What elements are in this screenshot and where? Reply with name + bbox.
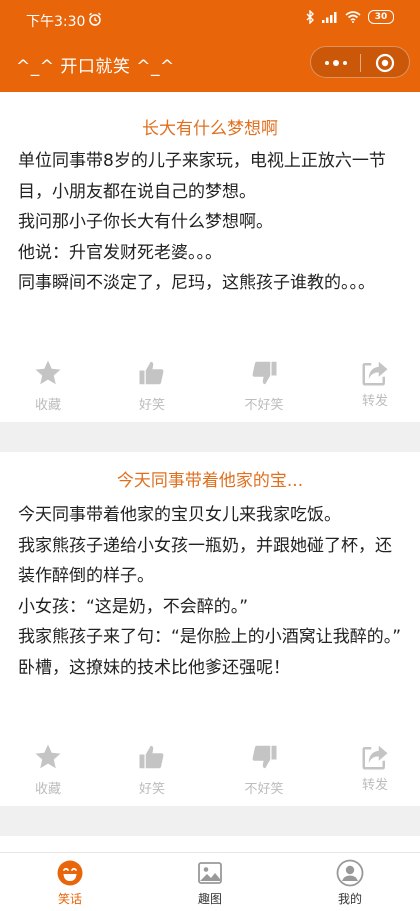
bottom-tab-bar: 笑话 趣图 我的 <box>0 852 420 911</box>
signal-icon <box>322 12 337 23</box>
page-title: ^_^ 开口就笑 ^_^ <box>16 57 175 77</box>
joke-body: 单位同事带8岁的儿子来家玩，电视上正放六一节目，小朋友都在说自己的梦想。 我问那… <box>18 146 408 299</box>
like-label: 好笑 <box>138 782 165 797</box>
joke-card: 今天同事带着他家的宝... 今天同事带着他家的宝贝女儿来我家吃饭。 我家熊孩子递… <box>0 452 420 806</box>
thumbs-down-icon <box>252 745 277 769</box>
share-icon <box>362 745 388 770</box>
close-target-icon[interactable] <box>375 53 395 73</box>
battery-indicator: 30 <box>368 10 394 24</box>
star-icon <box>35 744 61 769</box>
thumbs-down-icon <box>252 361 277 385</box>
status-icons: 30 <box>306 10 394 24</box>
smile-icon <box>57 860 83 886</box>
star-icon <box>35 360 61 385</box>
joke-paragraph: 今天同事带着他家的宝贝女儿来我家吃饭。 <box>18 505 341 525</box>
share-icon <box>362 361 388 386</box>
status-bar: 下午3:30 30 <box>0 0 420 40</box>
tab-label: 趣图 <box>197 892 222 906</box>
joke-title: 今天同事带着他家的宝... <box>116 471 304 491</box>
bluetooth-icon <box>306 10 314 24</box>
favorite-label: 收藏 <box>34 782 61 797</box>
joke-title: 长大有什么梦想啊 <box>142 119 278 139</box>
status-time: 下午3:30 <box>26 14 86 30</box>
share-button[interactable]: 转发 <box>335 358 415 409</box>
joke-card: 长大有什么梦想啊 单位同事带8岁的儿子来家玩，电视上正放六一节目，小朋友都在说自… <box>0 92 420 422</box>
tab-profile[interactable]: 我的 <box>310 859 390 907</box>
dislike-label: 不好笑 <box>244 782 284 797</box>
tab-label: 笑话 <box>57 892 82 906</box>
share-button[interactable]: 转发 <box>335 742 415 793</box>
like-label: 好笑 <box>138 398 165 413</box>
more-menu-icon[interactable] <box>323 56 349 70</box>
joke-paragraph: 小女孩：“这是奶，不会醉的。” <box>18 596 249 617</box>
joke-paragraph: 我家熊孩子递给小女孩一瓶奶，并跟她碰了杯，还装作醉倒的样子。 <box>18 535 392 587</box>
joke-paragraph: 他说：升官发财死老婆。。。 <box>18 242 222 263</box>
tab-jokes[interactable]: 笑话 <box>30 859 110 907</box>
joke-card-next <box>0 836 420 852</box>
app-header: 下午3:30 30 ^_^ 开口就笑 ^_^ <box>0 0 420 92</box>
action-bar: 收藏 好笑 不好笑 转发 <box>0 358 420 418</box>
share-label: 转发 <box>361 394 388 409</box>
joke-paragraph: 我家熊孩子来了句：“是你脸上的小酒窝让我醉的。” <box>18 627 402 647</box>
tab-label: 我的 <box>337 892 362 906</box>
joke-paragraph: 卧槽，这撩妹的技术比他爹还强呢！ <box>18 657 290 678</box>
tab-pictures[interactable]: 趣图 <box>170 859 250 907</box>
image-icon <box>198 862 222 884</box>
thumbs-up-icon <box>139 361 164 385</box>
thumbs-up-icon <box>139 745 164 769</box>
action-bar: 收藏 好笑 不好笑 转发 <box>0 742 420 802</box>
joke-body: 今天同事带着他家的宝贝女儿来我家吃饭。 我家熊孩子递给小女孩一瓶奶，并跟她碰了杯… <box>18 500 408 683</box>
dislike-button[interactable]: 不好笑 <box>224 358 304 413</box>
dislike-button[interactable]: 不好笑 <box>224 742 304 797</box>
dislike-label: 不好笑 <box>244 398 284 413</box>
user-icon <box>336 859 364 887</box>
like-button[interactable]: 好笑 <box>112 742 192 797</box>
like-button[interactable]: 好笑 <box>112 358 192 413</box>
joke-paragraph: 单位同事带8岁的儿子来家玩，电视上正放六一节目，小朋友都在说自己的梦想。 <box>18 151 386 202</box>
wifi-icon <box>345 11 361 23</box>
alarm-icon <box>89 12 101 26</box>
favorite-button[interactable]: 收藏 <box>8 742 88 797</box>
favorite-button[interactable]: 收藏 <box>8 358 88 413</box>
joke-paragraph: 我问那小子你长大有什么梦想啊。 <box>18 212 273 232</box>
miniprogram-capsule <box>310 46 410 78</box>
share-label: 转发 <box>361 778 388 793</box>
favorite-label: 收藏 <box>34 398 61 413</box>
joke-paragraph: 同事瞬间不淡定了，尼玛，这熊孩子谁教的。。。 <box>18 273 375 293</box>
